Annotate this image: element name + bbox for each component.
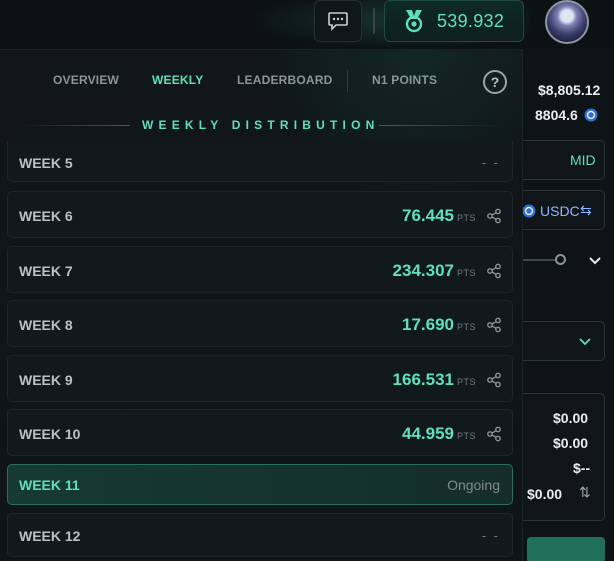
currency-label: USDC (540, 203, 580, 219)
week-points-unit: PTS (456, 431, 476, 441)
avatar[interactable] (545, 0, 589, 44)
summary-value-2: $0.00 (553, 435, 589, 451)
week-label: WEEK 9 (19, 372, 73, 388)
header-divider (373, 8, 375, 34)
tab-divider (347, 70, 348, 92)
share-icon[interactable] (486, 372, 502, 388)
usdc-icon (584, 108, 598, 122)
title-line-right (379, 125, 504, 126)
title-line-left (18, 125, 130, 126)
summary-value-1: $0.00 (553, 410, 589, 426)
tab-bar: OVERVIEW WEEKLY LEADERBOARD N1 POINTS (0, 64, 523, 98)
week-row-current[interactable]: WEEK 11 Ongoing (7, 464, 513, 505)
week-points: 234.307 (392, 261, 454, 280)
week-points: 76.445 (402, 206, 454, 225)
submit-button[interactable] (527, 537, 605, 561)
share-icon[interactable] (486, 426, 502, 442)
week-row[interactable]: WEEK 6 76.445 PTS (7, 191, 513, 238)
section-title-text: WEEKLY DISTRIBUTION (142, 118, 380, 132)
tab-overview[interactable]: OVERVIEW (53, 73, 119, 87)
medal-icon (405, 10, 423, 33)
week-label: WEEK 10 (19, 426, 81, 442)
chevron-down-icon (579, 338, 591, 346)
week-points-unit: PTS (456, 213, 476, 223)
week-row[interactable]: WEEK 8 17.690 PTS (7, 300, 513, 347)
week-label: WEEK 8 (19, 317, 73, 333)
week-row[interactable]: WEEK 5 - - (7, 141, 513, 182)
share-icon[interactable] (486, 317, 502, 333)
chat-icon (328, 12, 348, 31)
help-button[interactable]: ? (483, 70, 507, 94)
week-label: WEEK 5 (19, 155, 73, 171)
week-points-unit: PTS (456, 322, 476, 332)
share-icon[interactable] (486, 208, 502, 224)
summary-value-4: $0.00 (527, 486, 563, 502)
week-label: WEEK 12 (19, 528, 81, 544)
week-points: 17.690 (402, 315, 454, 334)
tab-leaderboard[interactable]: LEADERBOARD (237, 73, 333, 87)
week-status: - - (481, 155, 500, 170)
week-row[interactable]: WEEK 12 - - (7, 513, 513, 557)
help-icon: ? (490, 74, 500, 90)
sort-arrows-icon[interactable]: ⇅ (579, 484, 591, 501)
week-label: WEEK 7 (19, 263, 73, 279)
currency-toggle[interactable]: USDC ⇆ (517, 190, 605, 230)
chevron-down-icon[interactable] (588, 256, 602, 266)
price-mark: 8804.6 (535, 107, 598, 123)
week-label: WEEK 6 (19, 208, 73, 224)
summary-value-3: $-- (573, 460, 591, 476)
mid-label: MID (570, 152, 596, 168)
top-bar: 539.932 (0, 0, 614, 50)
points-value: 539.932 (437, 10, 505, 31)
week-row[interactable]: WEEK 7 234.307 PTS (7, 246, 513, 293)
order-type-select[interactable] (517, 321, 605, 361)
swap-icon: ⇆ (580, 202, 592, 218)
slider-track[interactable] (523, 259, 559, 261)
tab-n1-points[interactable]: N1 POINTS (372, 73, 437, 87)
slider-handle[interactable] (555, 254, 566, 265)
price-usd: $8,805.12 (538, 82, 601, 98)
week-status: Ongoing (447, 477, 500, 493)
chat-button[interactable] (314, 0, 362, 42)
mid-price-button[interactable]: MID (517, 140, 605, 180)
week-row[interactable]: WEEK 10 44.959 PTS (7, 409, 513, 456)
share-icon[interactable] (486, 263, 502, 279)
week-points-unit: PTS (456, 268, 476, 278)
week-status: - - (481, 528, 500, 543)
tab-weekly[interactable]: WEEKLY (152, 73, 203, 87)
price-mark-value: 8804.6 (535, 107, 578, 123)
usdc-icon (522, 204, 536, 218)
week-points: 166.531 (392, 370, 454, 389)
points-dropdown: OVERVIEW WEEKLY LEADERBOARD N1 POINTS ? … (0, 49, 523, 561)
week-points: 44.959 (402, 424, 454, 443)
week-label: WEEK 11 (19, 477, 80, 493)
week-row[interactable]: WEEK 9 166.531 PTS (7, 355, 513, 402)
section-title: WEEKLY DISTRIBUTION (0, 117, 523, 133)
week-points-unit: PTS (456, 377, 476, 387)
points-button[interactable]: 539.932 (384, 0, 524, 42)
